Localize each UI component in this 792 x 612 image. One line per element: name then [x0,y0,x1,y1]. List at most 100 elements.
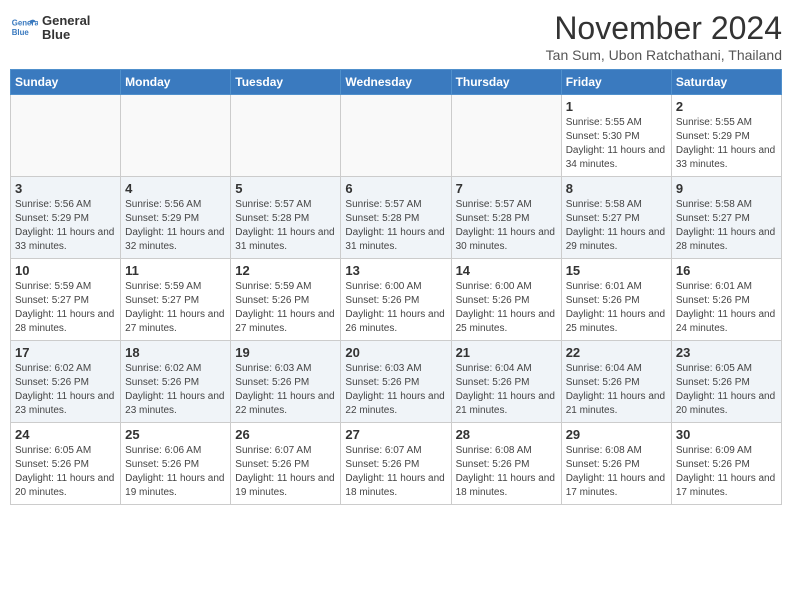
calendar-header: SundayMondayTuesdayWednesdayThursdayFrid… [11,70,782,95]
calendar-cell: 6 Sunrise: 5:57 AM Sunset: 5:28 PM Daylig… [341,177,451,259]
title-block: November 2024 Tan Sum, Ubon Ratchathani,… [546,10,782,63]
day-number: 8 [566,181,667,196]
day-number: 24 [15,427,116,442]
calendar-cell: 19 Sunrise: 6:03 AM Sunset: 5:26 PM Dayli… [231,341,341,423]
day-number: 1 [566,99,667,114]
day-number: 3 [15,181,116,196]
calendar-cell [121,95,231,177]
day-number: 18 [125,345,226,360]
calendar-cell [11,95,121,177]
day-number: 14 [456,263,557,278]
calendar-cell: 11Sunrise: 5:59 AM Sunset: 5:27 PM Dayli… [121,259,231,341]
day-info: Sunrise: 5:57 AM Sunset: 5:28 PM Dayligh… [456,198,557,254]
svg-text:General: General [12,19,38,28]
weekday-header-wednesday: Wednesday [341,70,451,95]
day-info: Sunrise: 5:59 AM Sunset: 5:27 PM Dayligh… [15,280,116,336]
calendar-cell: 4Sunrise: 5:56 AM Sunset: 5:29 PM Daylig… [121,177,231,259]
day-number: 6 [345,181,446,196]
day-number: 10 [15,263,116,278]
day-info: Sunrise: 6:04 AM Sunset: 5:26 PM Dayligh… [456,362,557,418]
day-info: Sunrise: 6:07 AM Sunset: 5:26 PM Dayligh… [345,444,446,500]
day-number: 30 [676,427,777,442]
day-info: Sunrise: 6:02 AM Sunset: 5:26 PM Dayligh… [125,362,226,418]
day-number: 16 [676,263,777,278]
day-info: Sunrise: 6:00 AM Sunset: 5:26 PM Dayligh… [456,280,557,336]
day-number: 2 [676,99,777,114]
day-number: 27 [345,427,446,442]
calendar-cell: 1 Sunrise: 5:55 AM Sunset: 5:30 PM Daylig… [561,95,671,177]
calendar-cell [231,95,341,177]
day-number: 5 [235,181,336,196]
calendar-week-0: 1 Sunrise: 5:55 AM Sunset: 5:30 PM Daylig… [11,95,782,177]
day-info: Sunrise: 5:58 AM Sunset: 5:27 PM Dayligh… [676,198,777,254]
weekday-header-saturday: Saturday [671,70,781,95]
day-info: Sunrise: 5:58 AM Sunset: 5:27 PM Dayligh… [566,198,667,254]
calendar-cell: 20 Sunrise: 6:03 AM Sunset: 5:26 PM Dayli… [341,341,451,423]
day-info: Sunrise: 6:03 AM Sunset: 5:26 PM Dayligh… [235,362,336,418]
weekday-header-monday: Monday [121,70,231,95]
calendar-cell: 16 Sunrise: 6:01 AM Sunset: 5:26 PM Dayli… [671,259,781,341]
weekday-header-sunday: Sunday [11,70,121,95]
calendar-cell: 10 Sunrise: 5:59 AM Sunset: 5:27 PM Dayli… [11,259,121,341]
month-title: November 2024 [546,10,782,47]
day-info: Sunrise: 5:55 AM Sunset: 5:30 PM Dayligh… [566,116,667,172]
calendar-cell: 7Sunrise: 5:57 AM Sunset: 5:28 PM Daylig… [451,177,561,259]
page-header: General Blue General Blue November 2024 … [10,10,782,63]
day-info: Sunrise: 6:06 AM Sunset: 5:26 PM Dayligh… [125,444,226,500]
day-number: 20 [345,345,446,360]
day-number: 9 [676,181,777,196]
weekday-header-friday: Friday [561,70,671,95]
day-info: Sunrise: 5:56 AM Sunset: 5:29 PM Dayligh… [15,198,116,254]
calendar-cell [451,95,561,177]
day-info: Sunrise: 5:59 AM Sunset: 5:26 PM Dayligh… [235,280,336,336]
day-info: Sunrise: 5:56 AM Sunset: 5:29 PM Dayligh… [125,198,226,254]
day-number: 13 [345,263,446,278]
day-info: Sunrise: 6:07 AM Sunset: 5:26 PM Dayligh… [235,444,336,500]
day-info: Sunrise: 5:55 AM Sunset: 5:29 PM Dayligh… [676,116,777,172]
calendar-cell: 22 Sunrise: 6:04 AM Sunset: 5:26 PM Dayli… [561,341,671,423]
calendar-cell: 17Sunrise: 6:02 AM Sunset: 5:26 PM Dayli… [11,341,121,423]
day-number: 29 [566,427,667,442]
calendar-cell: 30 Sunrise: 6:09 AM Sunset: 5:26 PM Dayli… [671,423,781,505]
calendar-cell: 8 Sunrise: 5:58 AM Sunset: 5:27 PM Daylig… [561,177,671,259]
calendar-table: SundayMondayTuesdayWednesdayThursdayFrid… [10,69,782,505]
calendar-cell: 15Sunrise: 6:01 AM Sunset: 5:26 PM Dayli… [561,259,671,341]
logo-icon: General Blue [10,14,38,42]
day-info: Sunrise: 6:08 AM Sunset: 5:26 PM Dayligh… [566,444,667,500]
day-info: Sunrise: 6:04 AM Sunset: 5:26 PM Dayligh… [566,362,667,418]
day-info: Sunrise: 5:57 AM Sunset: 5:28 PM Dayligh… [345,198,446,254]
day-info: Sunrise: 6:01 AM Sunset: 5:26 PM Dayligh… [566,280,667,336]
calendar-cell: 18 Sunrise: 6:02 AM Sunset: 5:26 PM Dayli… [121,341,231,423]
calendar-cell: 23Sunrise: 6:05 AM Sunset: 5:26 PM Dayli… [671,341,781,423]
day-info: Sunrise: 6:03 AM Sunset: 5:26 PM Dayligh… [345,362,446,418]
calendar-cell: 21Sunrise: 6:04 AM Sunset: 5:26 PM Dayli… [451,341,561,423]
calendar-week-4: 24 Sunrise: 6:05 AM Sunset: 5:26 PM Dayli… [11,423,782,505]
calendar-cell: 12 Sunrise: 5:59 AM Sunset: 5:26 PM Dayli… [231,259,341,341]
calendar-cell: 3 Sunrise: 5:56 AM Sunset: 5:29 PM Daylig… [11,177,121,259]
day-info: Sunrise: 6:01 AM Sunset: 5:26 PM Dayligh… [676,280,777,336]
logo-text: General Blue [42,14,90,43]
calendar-cell: 14 Sunrise: 6:00 AM Sunset: 5:26 PM Dayli… [451,259,561,341]
day-number: 19 [235,345,336,360]
day-number: 12 [235,263,336,278]
calendar-week-2: 10 Sunrise: 5:59 AM Sunset: 5:27 PM Dayli… [11,259,782,341]
calendar-cell: 13Sunrise: 6:00 AM Sunset: 5:26 PM Dayli… [341,259,451,341]
day-info: Sunrise: 6:05 AM Sunset: 5:26 PM Dayligh… [15,444,116,500]
calendar-cell: 2 Sunrise: 5:55 AM Sunset: 5:29 PM Daylig… [671,95,781,177]
calendar-cell [341,95,451,177]
logo: General Blue General Blue [10,14,90,43]
calendar-cell: 29 Sunrise: 6:08 AM Sunset: 5:26 PM Dayli… [561,423,671,505]
day-info: Sunrise: 6:05 AM Sunset: 5:26 PM Dayligh… [676,362,777,418]
calendar-cell: 27 Sunrise: 6:07 AM Sunset: 5:26 PM Dayli… [341,423,451,505]
day-info: Sunrise: 6:02 AM Sunset: 5:26 PM Dayligh… [15,362,116,418]
calendar-cell: 24 Sunrise: 6:05 AM Sunset: 5:26 PM Dayli… [11,423,121,505]
calendar-week-1: 3 Sunrise: 5:56 AM Sunset: 5:29 PM Daylig… [11,177,782,259]
calendar-cell: 25 Sunrise: 6:06 AM Sunset: 5:26 PM Dayli… [121,423,231,505]
svg-text:Blue: Blue [12,28,30,37]
day-info: Sunrise: 6:09 AM Sunset: 5:26 PM Dayligh… [676,444,777,500]
day-number: 11 [125,263,226,278]
day-number: 22 [566,345,667,360]
calendar-cell: 28Sunrise: 6:08 AM Sunset: 5:26 PM Dayli… [451,423,561,505]
day-info: Sunrise: 5:57 AM Sunset: 5:28 PM Dayligh… [235,198,336,254]
day-number: 25 [125,427,226,442]
